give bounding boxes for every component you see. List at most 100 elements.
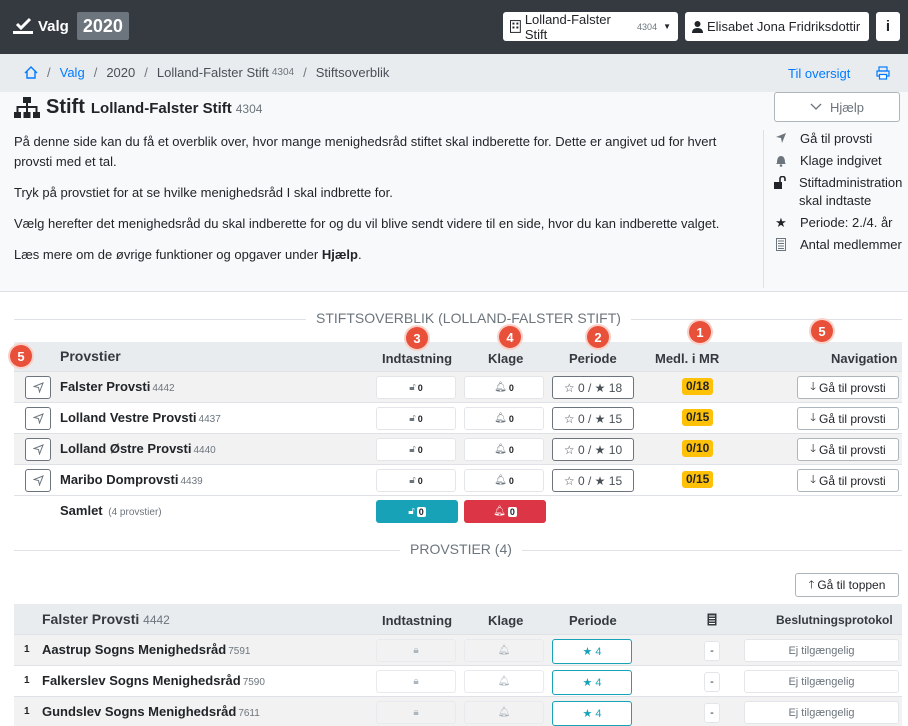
user-button[interactable]: Elisabet Jona Fridriksdottir (685, 12, 869, 41)
navigate-button[interactable] (25, 438, 51, 461)
provsti-num: 4442 (152, 383, 175, 394)
help-reference: Hjælp (321, 247, 358, 262)
navigate-button[interactable] (25, 376, 51, 399)
legend-item: ★ Periode: 2./4. år (774, 214, 908, 232)
total-klage-button[interactable]: 🔔︎ 0 (464, 500, 546, 523)
goto-provsti-button[interactable]: 🡓 Gå til provsti (797, 376, 899, 399)
periode-cell[interactable]: ☆ 0 / ★ 15 (552, 469, 634, 492)
totals-label: Samlet (4 provstier) (60, 503, 162, 518)
navigate-icon (32, 444, 44, 455)
star-icon: ★ (775, 215, 787, 230)
provsti-name[interactable]: Lolland Vestre Provsti 4437 (60, 410, 221, 425)
section-title: STIFTSOVERBLIK (LOLLAND-FALSTER STIFT) (306, 310, 631, 326)
members-icon (776, 238, 786, 251)
table-row: 1 Falkerslev Sogns Menighedsråd 7590 🔒︎ 🔔… (14, 665, 902, 696)
periode-cell[interactable]: ★ 4 (552, 670, 632, 695)
print-icon[interactable] (876, 66, 890, 80)
breadcrumb-current: Stiftsoverblik (315, 65, 390, 80)
klage-cell: 🔔︎ (464, 701, 544, 724)
provsti-name[interactable]: Lolland Østre Provsti 4440 (60, 441, 216, 456)
indtastning-cell[interactable]: 🔓︎ 0 (376, 438, 456, 461)
stift-dropdown[interactable]: Lolland-Falster Stift 4304 ▼ (503, 12, 678, 42)
chevron-down-icon (810, 103, 822, 110)
goto-provsti-button[interactable]: 🡓 Gå til provsti (797, 469, 899, 492)
klage-cell[interactable]: 🔔︎ 0 (464, 469, 544, 492)
brand-name: Valg (38, 17, 69, 35)
lock-open-icon: 🔓︎ (408, 506, 415, 517)
total-indtastning-button[interactable]: 🔓︎ 0 (376, 500, 458, 523)
legend-label: Antal medlemmer (800, 237, 902, 252)
goto-provsti-button[interactable]: 🡓 Gå til provsti (797, 407, 899, 430)
legend-item: Gå til provsti (774, 130, 908, 148)
bell-icon: 🔔︎ (494, 413, 507, 424)
provsti-name[interactable]: Falster Provsti 4442 (60, 379, 175, 394)
indtastning-cell[interactable]: 🔓︎ 0 (376, 376, 456, 399)
table-row: Lolland Vestre Provsti 4437 🔓︎ 0 🔔︎ 0 ☆ 0 /… (14, 402, 902, 433)
navigate-button[interactable] (25, 407, 51, 430)
table-row: Lolland Østre Provsti 4440 🔓︎ 0 🔔︎ 0 ☆ 0 / … (14, 433, 902, 464)
breadcrumb-separator: / (47, 65, 51, 80)
help-toggle-button[interactable]: Hjælp (774, 92, 900, 122)
section-title: PROVSTIER (4) (400, 541, 522, 557)
klage-cell[interactable]: 🔔︎ 0 (464, 407, 544, 430)
provsti-name-text: Maribo Domprovsti (60, 472, 179, 487)
navigate-button[interactable] (25, 469, 51, 492)
indtastning-cell[interactable]: 🔓︎ 0 (376, 407, 456, 430)
star-icon: ★ (582, 677, 593, 689)
breadcrumb-stift[interactable]: Lolland-Falster Stift (157, 65, 269, 80)
col-indtastning: Indtastning (382, 613, 453, 628)
periode-cell[interactable]: ★ 4 (552, 639, 632, 664)
periode-cell[interactable]: ☆ 0 / ★ 10 (552, 438, 634, 461)
annotation-badge: 4 (499, 326, 521, 348)
navigate-icon (32, 382, 44, 393)
legend-label: Klage indgivet (800, 153, 882, 168)
periode-4-count: 15 (608, 411, 623, 426)
legend-label: Stiftadministration skal indtaste (799, 175, 903, 208)
provsti-name[interactable]: Maribo Domprovsti 4439 (60, 472, 203, 487)
menighedsraad-name[interactable]: Falkerslev Sogns Menighedsråd 7590 (42, 673, 265, 688)
user-name: Elisabet Jona Fridriksdottir (707, 19, 861, 34)
periode-4-count: 10 (608, 442, 623, 457)
periode-cell[interactable]: ☆ 0 / ★ 15 (552, 407, 634, 430)
description-paragraph: Læs mere om de øvrige funktioner og opga… (14, 245, 754, 265)
breadcrumb-valg[interactable]: Valg (60, 65, 85, 80)
menighedsraad-name[interactable]: Gundslev Sogns Menighedsråd 7611 (42, 704, 260, 719)
klage-cell[interactable]: 🔔︎ 0 (464, 376, 544, 399)
info-button[interactable]: i (876, 12, 900, 41)
col-periode: Periode (569, 613, 617, 628)
periode-cell[interactable]: ★ 4 (552, 701, 632, 726)
bell-icon: 🔔︎ (497, 707, 511, 718)
indtastning-cell[interactable]: 🔓︎ 0 (376, 469, 456, 492)
hierarchy-icon (14, 96, 40, 118)
goto-provsti-button[interactable]: 🡓 Gå til provsti (797, 438, 899, 461)
navigate-icon (32, 475, 44, 486)
star-outline-icon: ☆ (563, 473, 575, 488)
menighedsraad-name[interactable]: Aastrup Sogns Menighedsråd 7591 (42, 642, 250, 657)
brand[interactable]: Valg 2020 (12, 12, 129, 40)
provsti-num: 4439 (180, 476, 203, 487)
page-title-text: Stift (46, 96, 85, 118)
col-indtastning: Indtastning (382, 351, 453, 366)
periode-4-count: 15 (608, 473, 623, 488)
provsti-name-text: Falster Provsti (60, 379, 151, 394)
star-icon: ★ (594, 442, 606, 457)
home-icon[interactable] (24, 66, 38, 79)
members-cell: - (704, 672, 720, 692)
goto-top-button[interactable]: 🡑 Gå til toppen (795, 573, 899, 597)
menighedsraad-num: 7590 (242, 677, 265, 688)
caret-down-icon: ▼ (663, 22, 671, 31)
indtastning-cell: 🔒︎ (376, 639, 456, 662)
provsti-name-text: Lolland Vestre Provsti (60, 410, 197, 425)
overview-link[interactable]: Til oversigt (788, 66, 850, 81)
total-klage-count: 0 (507, 506, 517, 517)
periode-2-count: 0 (577, 411, 585, 426)
members-icon (707, 613, 717, 626)
klage-cell[interactable]: 🔔︎ 0 (464, 438, 544, 461)
mr-badge: 0/10 (682, 440, 714, 457)
periode-cell[interactable]: ☆ 0 / ★ 18 (552, 376, 634, 399)
provsti-header-name-text: Falster Provsti (42, 611, 140, 627)
description-paragraph: Vælg herefter det menighedsråd du skal i… (14, 216, 720, 231)
col-beslutningsprotokol: Beslutningsprotokol (776, 613, 893, 627)
breadcrumb-year[interactable]: 2020 (106, 65, 135, 80)
annotation-badge: 3 (406, 327, 428, 349)
